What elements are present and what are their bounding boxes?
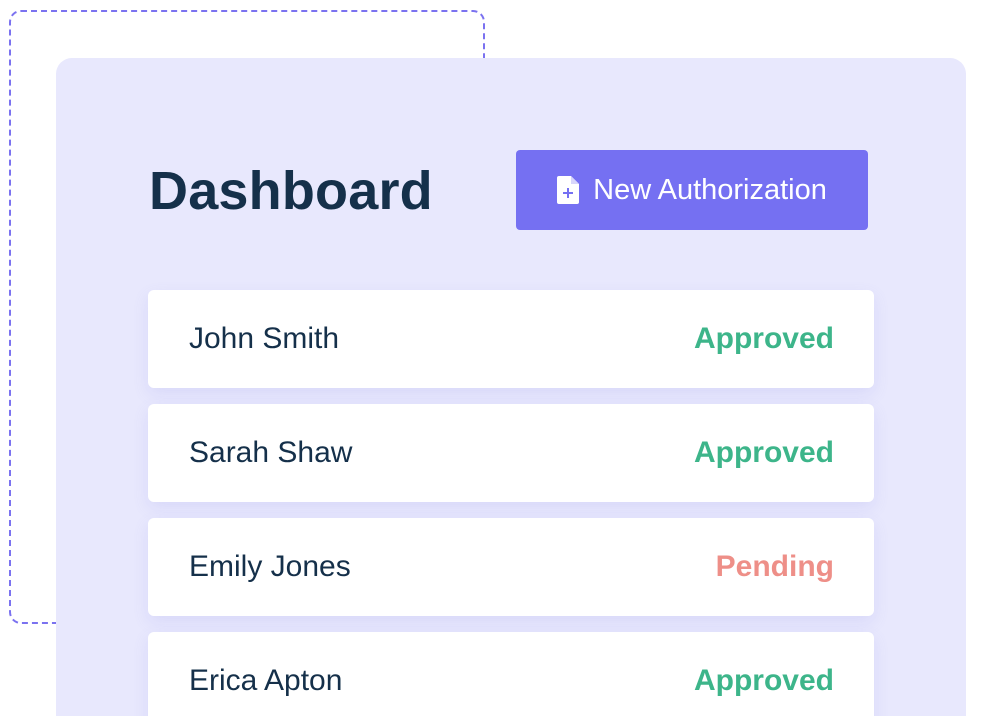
list-item[interactable]: Sarah Shaw Approved [148, 404, 874, 502]
status-badge: Approved [693, 322, 834, 355]
page-title: Dashboard [149, 161, 433, 221]
authorization-name: Sarah Shaw [189, 436, 353, 469]
list-item[interactable]: Erica Apton Approved [148, 632, 874, 716]
status-badge: Pending [715, 550, 834, 583]
authorization-name: Erica Apton [189, 664, 343, 697]
authorization-name: John Smith [189, 322, 340, 355]
dashboard-panel: Dashboard New Authorization John Smith A… [56, 58, 966, 716]
status-badge: Approved [693, 664, 834, 697]
authorization-name: Emily Jones [189, 550, 351, 583]
status-badge: Approved [693, 436, 834, 469]
new-authorization-label: New Authorization [593, 173, 827, 206]
stage: Dashboard New Authorization John Smith A… [0, 0, 1000, 716]
authorization-list: John Smith Approved Sarah Shaw Approved … [148, 290, 874, 716]
file-plus-icon [557, 176, 580, 204]
new-authorization-button[interactable]: New Authorization [516, 150, 868, 230]
list-item[interactable]: John Smith Approved [148, 290, 874, 388]
list-item[interactable]: Emily Jones Pending [148, 518, 874, 616]
